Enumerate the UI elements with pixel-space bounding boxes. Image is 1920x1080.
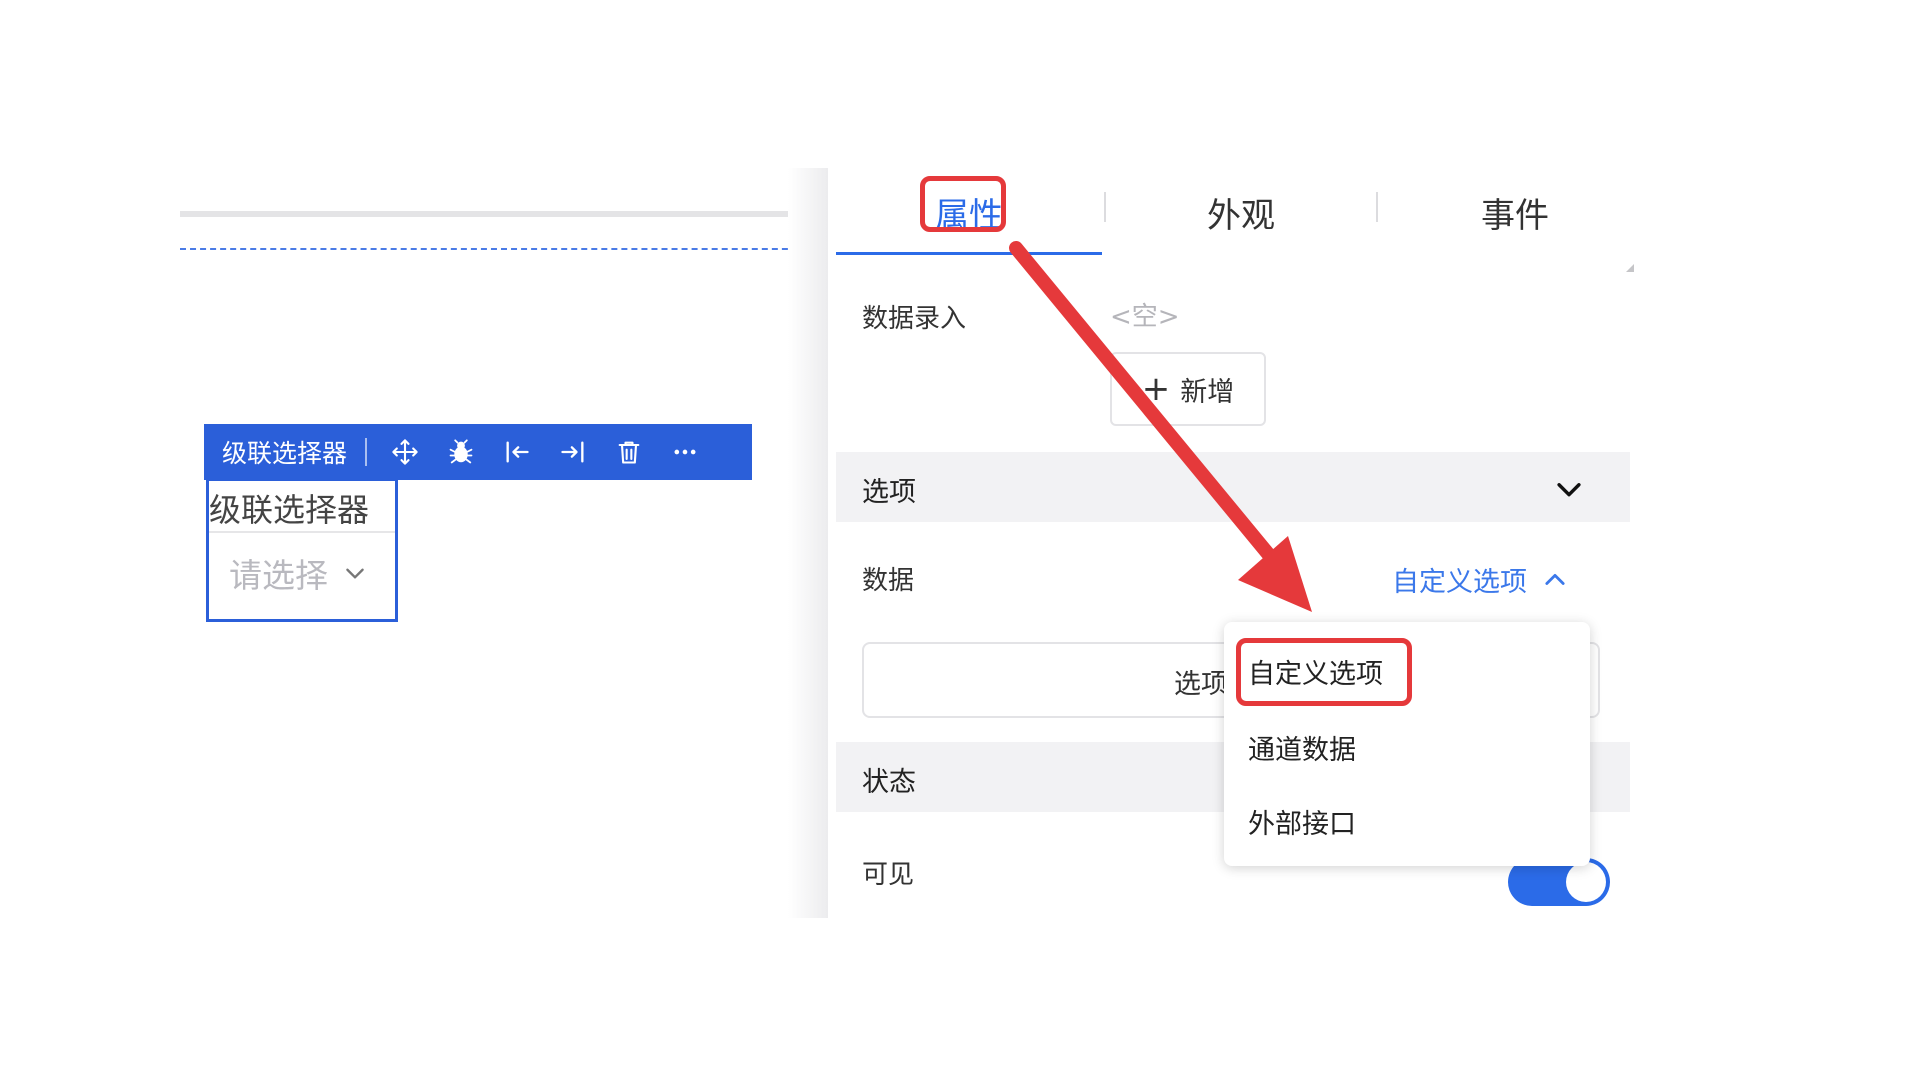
add-button-label: 新增	[1180, 376, 1235, 408]
trash-icon[interactable]	[611, 434, 647, 470]
tab-appearance-label: 外观	[1207, 195, 1275, 236]
more-icon[interactable]	[667, 434, 703, 470]
tab-events-label: 事件	[1481, 195, 1549, 236]
design-canvas: 级联选择器 级联选择器 请选择	[180, 168, 828, 918]
tab-highlight-annotation	[920, 176, 1006, 232]
cascader-component[interactable]: 级联选择器 请选择	[206, 478, 398, 622]
move-icon[interactable]	[387, 434, 423, 470]
dropdown-item-channel-data[interactable]: 通道数据	[1248, 728, 1356, 767]
component-toolbar-title: 级联选择器	[222, 439, 348, 468]
data-entry-label: 数据录入	[862, 304, 967, 334]
canvas-top-bar	[180, 211, 828, 217]
tab-separator	[1376, 192, 1378, 222]
add-button[interactable]: + 新增	[1110, 352, 1266, 426]
resize-corner-icon	[1626, 264, 1634, 272]
cascader-label: 级联选择器	[209, 491, 370, 529]
data-source-select[interactable]: 自定义选项	[1392, 560, 1569, 599]
status-section-title: 状态	[862, 767, 916, 798]
chevron-down-icon	[1557, 483, 1581, 497]
active-tab-underline	[836, 252, 1102, 255]
cascader-divider	[209, 531, 395, 533]
chevron-up-icon	[1545, 573, 1565, 585]
align-left-icon[interactable]	[499, 434, 535, 470]
align-right-icon[interactable]	[555, 434, 591, 470]
data-entry-value: <空>	[1110, 302, 1180, 332]
bug-icon[interactable]	[443, 434, 479, 470]
visible-label: 可见	[862, 860, 915, 890]
plus-icon: +	[1141, 369, 1171, 409]
options-button-label: 选项	[1174, 669, 1228, 700]
dropdown-item-custom-options[interactable]: 自定义选项	[1248, 652, 1383, 691]
tab-appearance[interactable]: 外观	[1106, 168, 1376, 256]
toggle-knob	[1566, 862, 1606, 902]
tab-events[interactable]: 事件	[1380, 168, 1650, 256]
chevron-down-icon	[346, 568, 364, 579]
options-section-header[interactable]: 选项	[836, 452, 1630, 522]
canvas-edge-shadow	[788, 168, 828, 918]
panel-tabs: 属性 外观 事件	[836, 168, 1630, 258]
data-source-value: 自定义选项	[1392, 567, 1527, 598]
data-label: 数据	[862, 566, 915, 596]
component-toolbar: 级联选择器	[204, 424, 752, 480]
options-section-title: 选项	[862, 477, 916, 508]
dropdown-item-external-api[interactable]: 外部接口	[1248, 802, 1356, 841]
canvas-guide-line	[180, 248, 828, 250]
cascader-placeholder: 请选择	[229, 556, 328, 595]
cascader-select[interactable]: 请选择	[229, 549, 368, 597]
toolbar-separator	[365, 438, 368, 466]
data-source-dropdown: 自定义选项 通道数据 外部接口	[1224, 622, 1590, 866]
